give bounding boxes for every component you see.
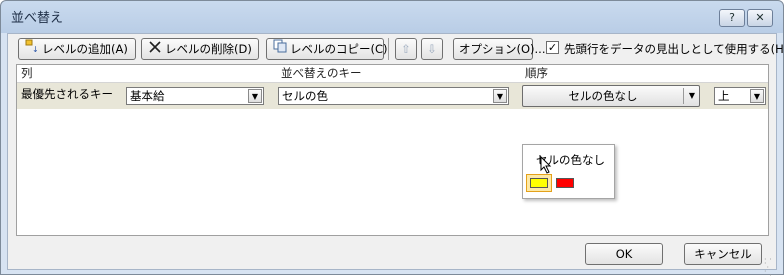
sort-levels-grid: 列 並べ替えのキー 順序 最優先されるキー 基本給 ▼ セルの色 ▼ セルの色な… <box>16 64 769 236</box>
add-level-label: レベルの追加(A) <box>42 42 128 56</box>
delete-x-icon <box>147 39 163 59</box>
header-row-checkbox[interactable]: ✓ <box>546 41 559 54</box>
add-level-button[interactable]: ↓1 レベルの追加(A) <box>18 38 136 60</box>
dialog-body: ↓1 レベルの追加(A) レベルの削除(D) レベルのコピー(C) ⇧ ⇩ オプ… <box>7 33 784 280</box>
level-label: 最優先されるキー <box>21 87 113 101</box>
mouse-pointer-icon <box>540 156 552 174</box>
ok-button[interactable]: OK <box>585 243 663 265</box>
help-button[interactable]: ? <box>719 9 745 27</box>
move-down-button[interactable]: ⇩ <box>421 38 443 60</box>
toolbar-separator <box>388 38 389 60</box>
order-header: 順序 <box>525 66 548 80</box>
order-position-select[interactable]: 上 ▼ <box>714 87 766 105</box>
red-swatch <box>556 178 574 188</box>
column-select-value: 基本給 <box>130 89 165 103</box>
move-down-icon: ⇩ <box>427 42 437 56</box>
copy-level-button[interactable]: レベルのコピー(C) <box>266 38 388 60</box>
header-row-checkbox-label[interactable]: 先頭行をデータの見出しとして使用する(H) <box>564 41 784 57</box>
chevron-down-icon[interactable]: ▼ <box>750 89 764 103</box>
chevron-down-icon[interactable]: ▼ <box>248 89 262 103</box>
add-level-icon: ↓1 <box>24 39 44 59</box>
title-bar: 並べ替え ? ✕ <box>1 1 783 31</box>
cell-color-popup: セルの色なし <box>522 144 615 199</box>
column-header: 列 <box>21 66 33 80</box>
svg-text:↓1: ↓1 <box>32 45 39 53</box>
color-swatch-red[interactable] <box>552 174 578 192</box>
sort-on-select-value: セルの色 <box>282 89 328 103</box>
order-color-value: セルの色なし <box>568 89 638 103</box>
sort-on-select[interactable]: セルの色 ▼ <box>278 87 509 105</box>
chevron-down-icon[interactable]: ▼ <box>686 86 698 106</box>
chevron-down-icon[interactable]: ▼ <box>493 89 507 103</box>
copy-level-label: レベルのコピー(C) <box>290 42 388 56</box>
sort-on-header: 並べ替えのキー <box>281 66 362 80</box>
delete-level-button[interactable]: レベルの削除(D) <box>141 38 259 60</box>
sort-dialog: 並べ替え ? ✕ ↓1 レベルの追加(A) レベルの削除(D) レベルのコピー(… <box>0 0 784 280</box>
dialog-title: 並べ替え <box>11 11 64 26</box>
sort-level-row[interactable]: 最優先されるキー 基本給 ▼ セルの色 ▼ セルの色なし ▼ 上 ▼ <box>17 83 768 109</box>
order-position-value: 上 <box>718 89 730 103</box>
color-swatch-yellow[interactable] <box>526 174 552 192</box>
move-up-button[interactable]: ⇧ <box>395 38 417 60</box>
yellow-swatch <box>530 178 548 188</box>
options-button[interactable]: オプション(O)... <box>453 38 546 60</box>
resize-grip-icon[interactable]: · · · · · · <box>764 256 774 280</box>
dialog-footer: OK キャンセル · · · · · · <box>8 236 776 280</box>
close-button[interactable]: ✕ <box>747 9 773 27</box>
delete-level-label: レベルの削除(D) <box>165 42 252 56</box>
toolbar: ↓1 レベルの追加(A) レベルの削除(D) レベルのコピー(C) ⇧ ⇩ オプ… <box>8 34 784 68</box>
dropdown-divider <box>683 88 684 104</box>
move-up-icon: ⇧ <box>401 42 411 56</box>
column-select[interactable]: 基本給 ▼ <box>126 87 264 105</box>
copy-icon <box>272 39 288 59</box>
cancel-button[interactable]: キャンセル <box>684 243 762 265</box>
order-color-dropdown[interactable]: セルの色なし ▼ <box>522 85 700 107</box>
